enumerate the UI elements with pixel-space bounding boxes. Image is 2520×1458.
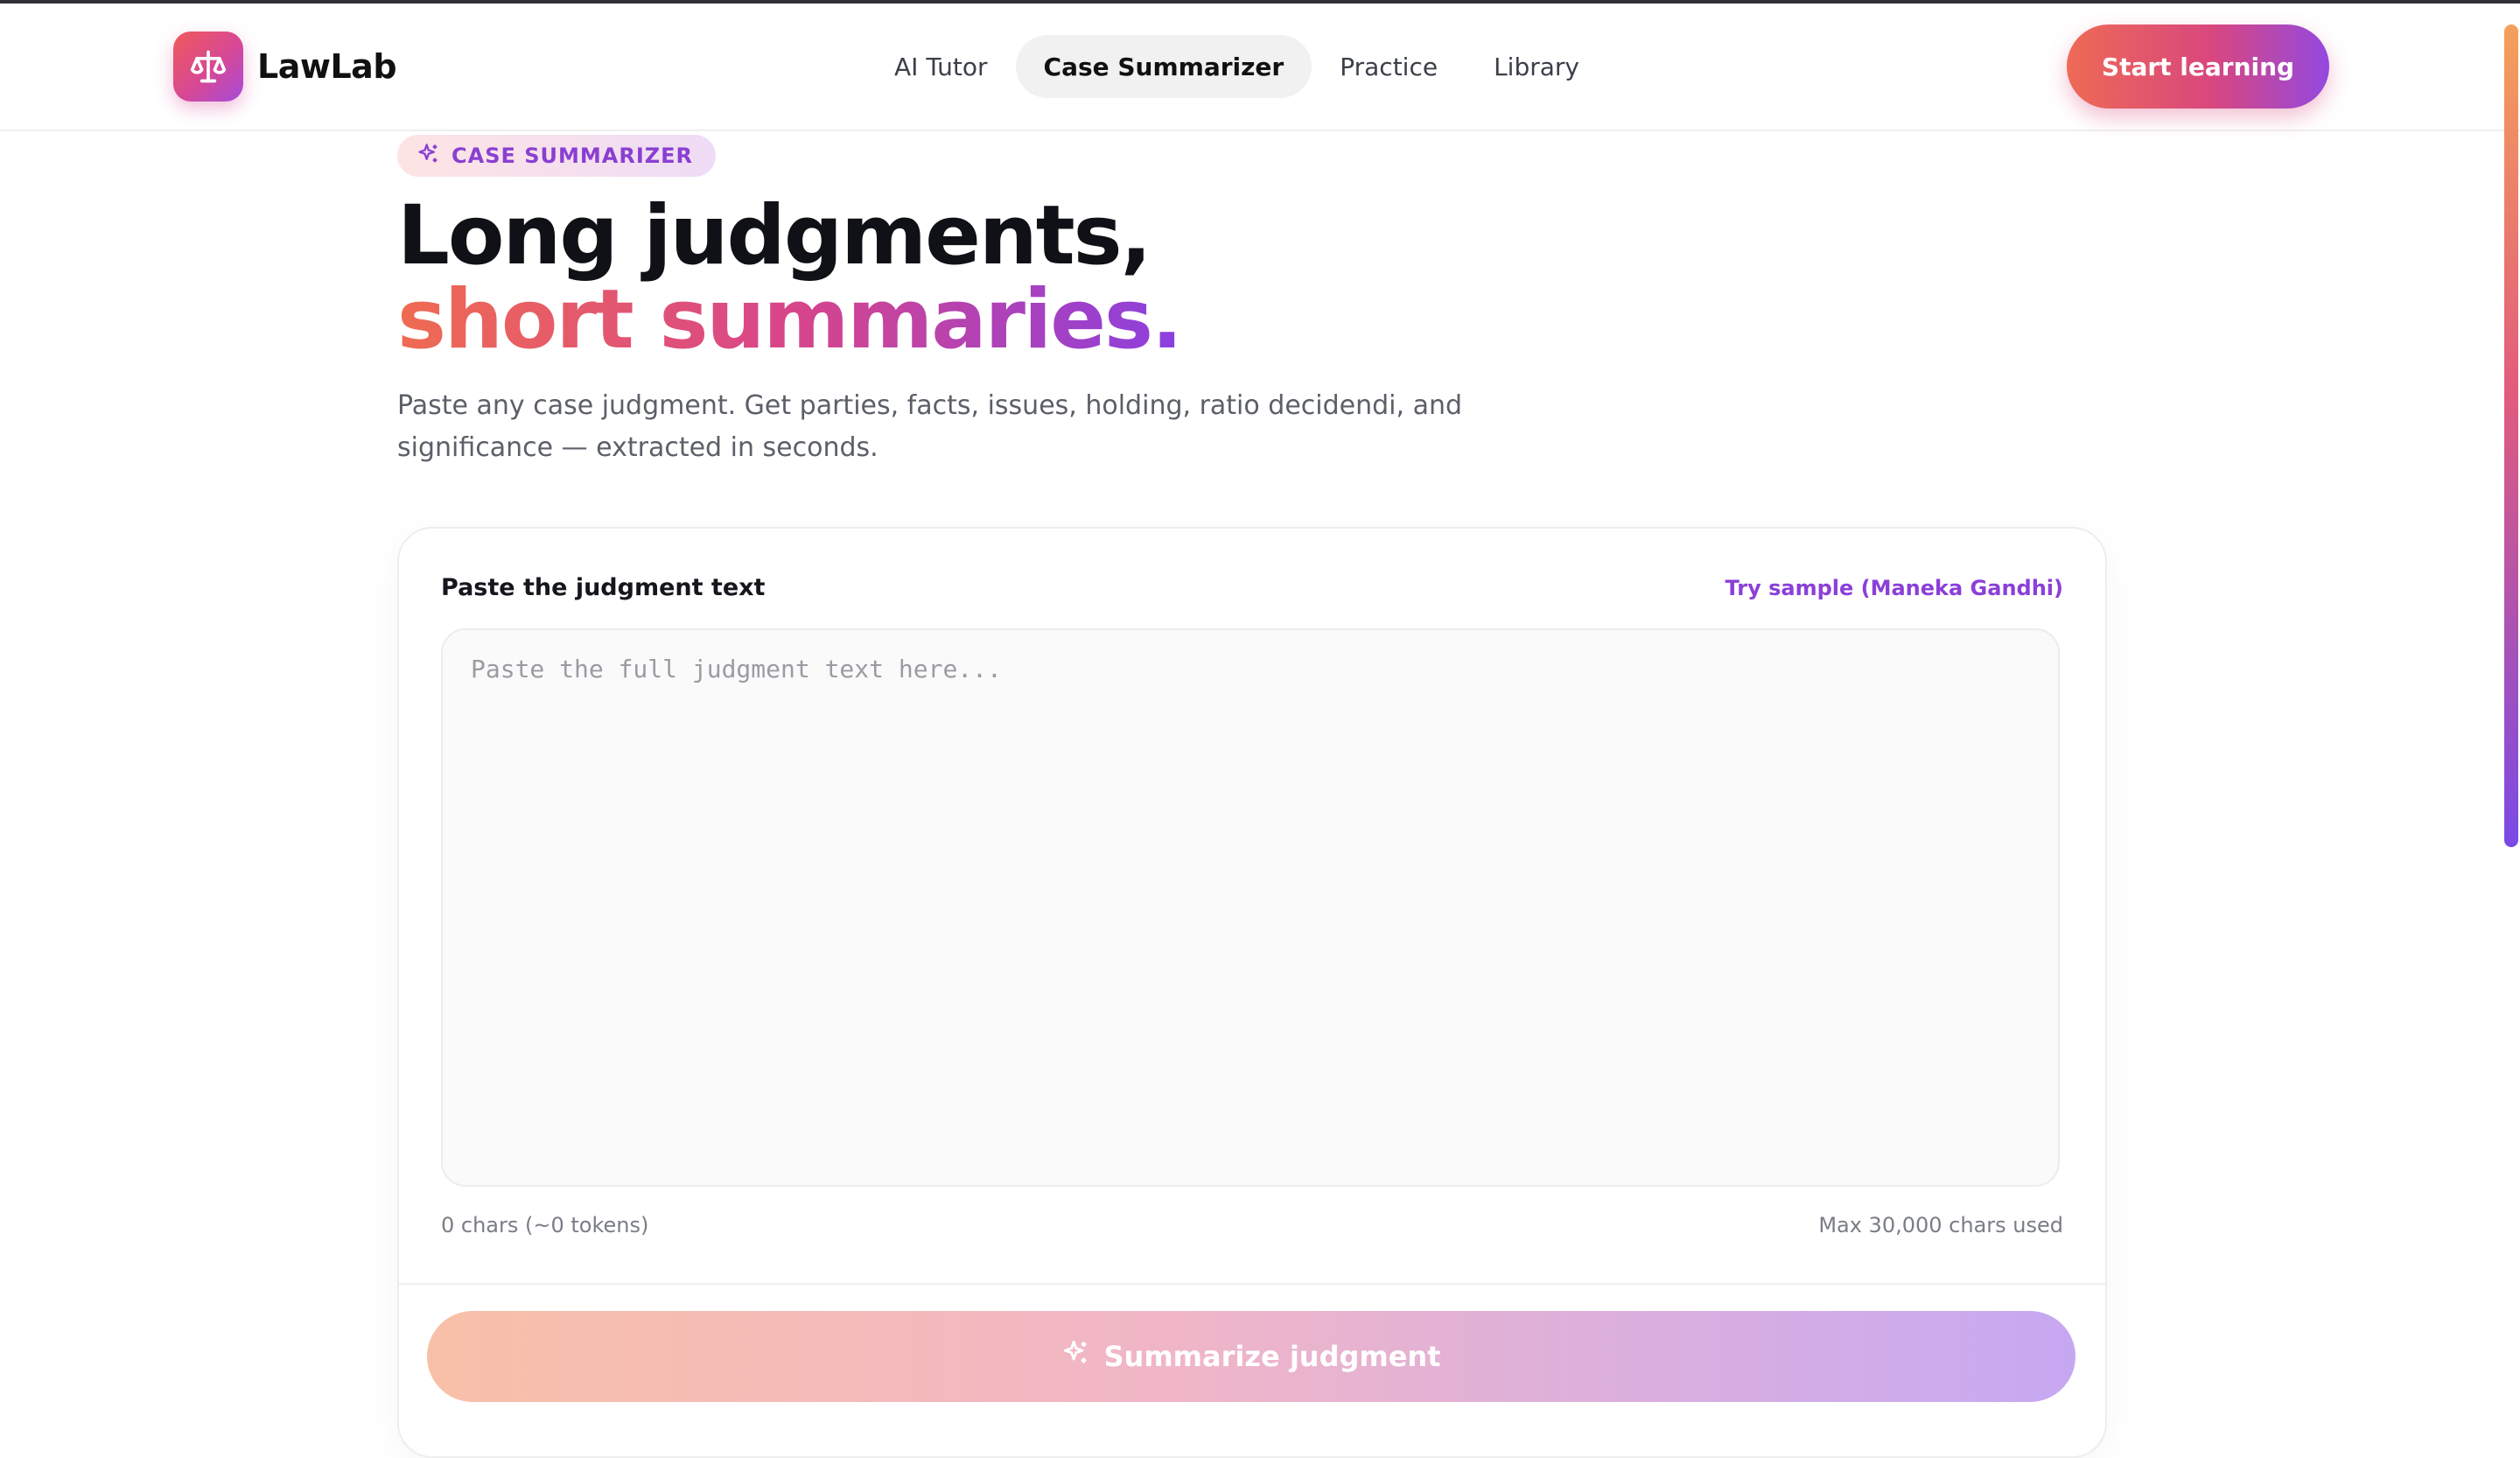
scrollbar-thumb[interactable]	[2504, 25, 2518, 847]
brand-name: LawLab	[257, 47, 397, 86]
sparkles-icon	[1061, 1338, 1091, 1375]
try-sample-link[interactable]: Try sample (Maneka Gandhi)	[1726, 576, 2063, 600]
judgment-input-label: Paste the judgment text	[441, 574, 766, 601]
scales-icon	[173, 32, 243, 102]
site-header: LawLab AI Tutor Case Summarizer Practice…	[0, 4, 2520, 131]
char-count: 0 chars (~0 tokens)	[441, 1213, 649, 1237]
max-chars-note: Max 30,000 chars used	[1818, 1213, 2063, 1237]
page-title-line-2: short summaries.	[397, 272, 1183, 368]
nav-item-ai-tutor[interactable]: AI Tutor	[866, 35, 1016, 98]
nav-item-library[interactable]: Library	[1466, 35, 1607, 98]
summarize-button-label: Summarize judgment	[1103, 1340, 1441, 1373]
summarizer-card: Paste the judgment text Try sample (Mane…	[397, 527, 2107, 1458]
section-badge: CASE SUMMARIZER	[397, 135, 717, 177]
page-title-line-1: Long judgments,	[397, 188, 1152, 284]
sparkles-icon	[416, 142, 441, 170]
page-title: Long judgments, short summaries.	[397, 188, 1183, 368]
nav-item-practice[interactable]: Practice	[1312, 35, 1466, 98]
page-scrollbar[interactable]	[2504, 25, 2518, 1425]
page-subtitle: Paste any case judgment. Get parties, fa…	[397, 390, 1463, 463]
start-learning-button[interactable]: Start learning	[2067, 25, 2329, 109]
brand-logo[interactable]: LawLab	[173, 32, 397, 102]
judgment-textarea[interactable]	[441, 628, 2060, 1187]
card-divider	[399, 1283, 2105, 1285]
summarize-button[interactable]: Summarize judgment	[427, 1311, 2076, 1402]
nav-item-case-summarizer[interactable]: Case Summarizer	[1015, 35, 1312, 98]
main-nav: AI Tutor Case Summarizer Practice Librar…	[866, 35, 1607, 98]
section-badge-label: CASE SUMMARIZER	[452, 144, 694, 168]
